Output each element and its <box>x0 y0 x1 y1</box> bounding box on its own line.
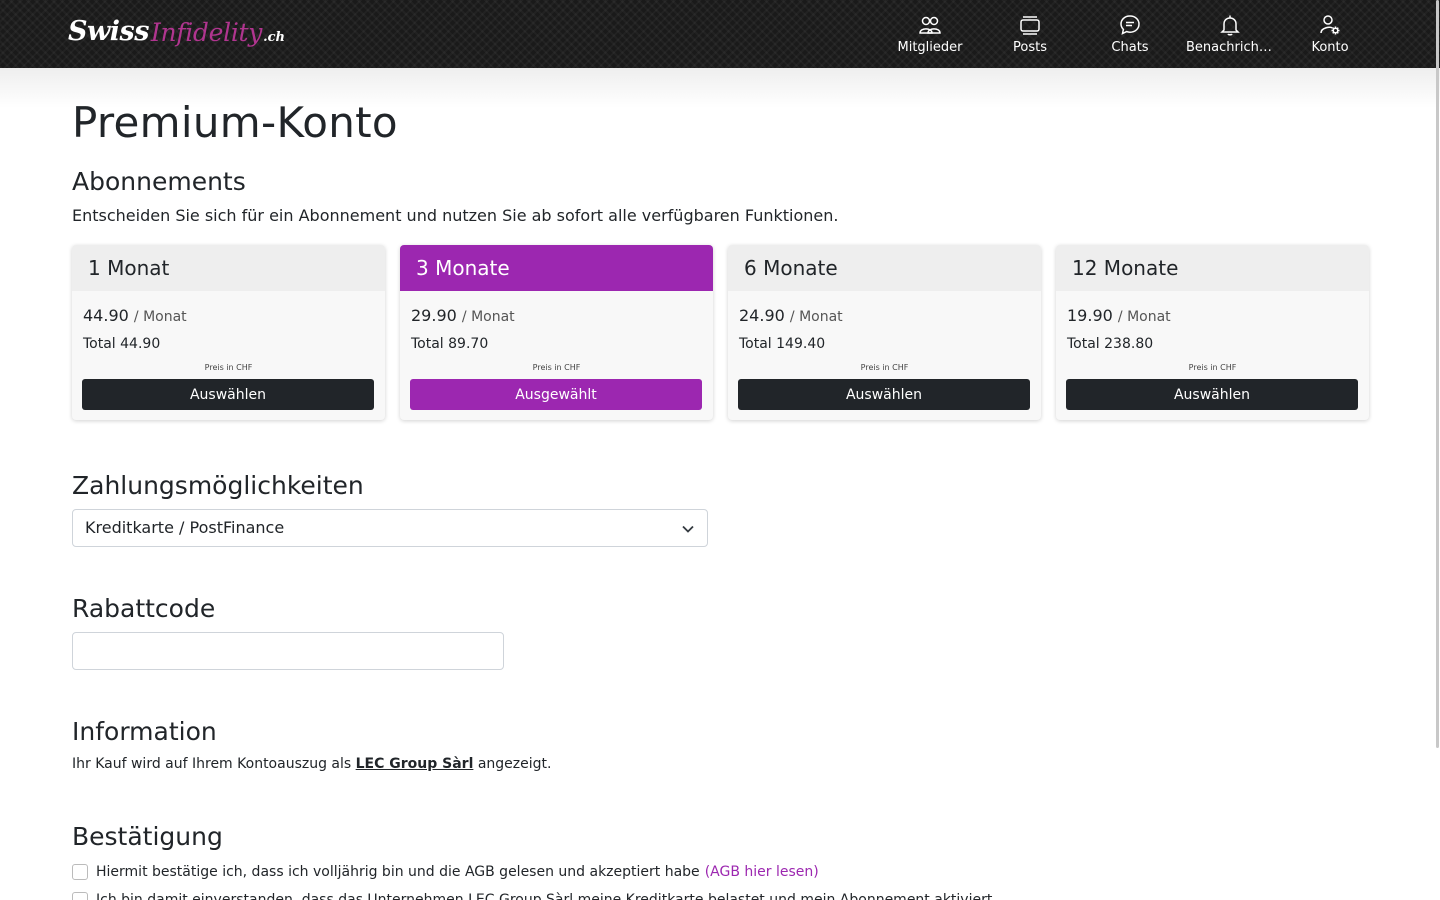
bell-icon <box>1220 15 1240 36</box>
nav-label-members: Mitglieder <box>897 40 963 55</box>
plan-price-value: 19.90 <box>1067 306 1113 325</box>
plan-total: Total 238.80 <box>1067 336 1154 352</box>
information-text: Ihr Kauf wird auf Ihrem Kontoauszug als … <box>72 756 551 772</box>
subscriptions-heading: Abonnements <box>72 167 246 196</box>
subscriptions-lead: Entscheiden Sie sich für ein Abonnement … <box>72 206 839 225</box>
plan-card-3-months[interactable]: 3 Monate 29.90 / Monat Total 89.70 Preis… <box>400 245 713 420</box>
plan-price: 29.90 / Monat <box>411 306 515 325</box>
plan-price: 24.90 / Monat <box>739 306 843 325</box>
plan-price-value: 24.90 <box>739 306 785 325</box>
page-title: Premium-Konto <box>72 98 398 147</box>
posts-icon <box>1020 16 1040 35</box>
nav-label-account: Konto <box>1311 40 1349 55</box>
nav-label-posts: Posts <box>1013 40 1047 55</box>
chevron-down-icon <box>682 525 694 533</box>
plan-cards: 1 Monat 44.90 / Monat Total 44.90 Preis … <box>72 245 1369 420</box>
discount-code-input[interactable] <box>72 632 504 670</box>
select-plan-button[interactable]: Auswählen <box>1066 379 1358 410</box>
confirmation-heading: Bestätigung <box>72 822 223 851</box>
page-scrollbar[interactable] <box>1434 0 1440 750</box>
nav-item-account[interactable]: Konto <box>1280 0 1380 68</box>
payment-method-value: Kreditkarte / PostFinance <box>85 518 285 537</box>
select-plan-button[interactable]: Auswählen <box>82 379 374 410</box>
nav-item-posts[interactable]: Posts <box>980 0 1080 68</box>
plan-price: 44.90 / Monat <box>83 306 187 325</box>
terms-checkbox[interactable] <box>72 864 88 880</box>
plan-name: 1 Monat <box>72 245 385 291</box>
plan-price-unit: / Monat <box>461 309 515 325</box>
plan-currency-note: Preis in CHF <box>1188 363 1237 372</box>
plan-currency-note: Preis in CHF <box>532 363 581 372</box>
scrollbar-thumb[interactable] <box>1436 0 1439 748</box>
plan-card-1-month[interactable]: 1 Monat 44.90 / Monat Total 44.90 Preis … <box>72 245 385 420</box>
charge-consent-label: Ich bin damit einverstanden, dass das Un… <box>96 892 997 900</box>
plan-total: Total 149.40 <box>739 336 826 352</box>
charge-consent: Ich bin damit einverstanden, dass das Un… <box>72 890 997 900</box>
chat-icon <box>1120 15 1140 35</box>
site-logo[interactable]: Swiss Infidelity .ch <box>68 14 285 60</box>
plan-card-12-months[interactable]: 12 Monate 19.90 / Monat Total 238.80 Pre… <box>1056 245 1369 420</box>
plan-currency-note: Preis in CHF <box>860 363 909 372</box>
members-icon <box>919 16 941 34</box>
company-link[interactable]: LEC Group Sàrl <box>356 756 474 772</box>
logo-text-infidelity: Infidelity <box>150 18 263 47</box>
information-text-before: Ihr Kauf wird auf Ihrem Kontoauszug als <box>72 756 352 772</box>
logo-text-swiss: Swiss <box>68 16 149 47</box>
charge-consent-checkbox[interactable] <box>72 892 88 900</box>
plan-name: 3 Monate <box>400 245 713 291</box>
plan-price-unit: / Monat <box>1117 309 1171 325</box>
terms-confirmation: Hiermit bestätige ich, dass ich volljähr… <box>72 862 819 882</box>
discount-heading: Rabattcode <box>72 594 216 623</box>
top-navbar: Swiss Infidelity .ch Mitglieder Posts Ch… <box>0 0 1440 68</box>
payment-method-select[interactable]: Kreditkarte / PostFinance <box>72 509 708 547</box>
logo-text-domain: .ch <box>263 30 285 45</box>
plan-price-unit: / Monat <box>133 309 187 325</box>
nav-label-notifications: Benachrichtigungen <box>1186 40 1274 55</box>
main-nav: Mitglieder Posts Chats Benachrichtigunge… <box>880 0 1380 68</box>
nav-item-notifications[interactable]: Benachrichtigungen <box>1180 0 1280 68</box>
plan-total: Total 89.70 <box>411 336 489 352</box>
nav-item-chats[interactable]: Chats <box>1080 0 1180 68</box>
information-text-after: angezeigt. <box>477 756 552 772</box>
plan-currency-note: Preis in CHF <box>204 363 253 372</box>
plan-price-value: 44.90 <box>83 306 129 325</box>
plan-name: 6 Monate <box>728 245 1041 291</box>
nav-item-members[interactable]: Mitglieder <box>880 0 980 68</box>
plan-total: Total 44.90 <box>83 336 161 352</box>
terms-label: Hiermit bestätige ich, dass ich volljähr… <box>96 864 700 880</box>
account-settings-icon <box>1320 15 1340 35</box>
plan-card-6-months[interactable]: 6 Monate 24.90 / Monat Total 149.40 Prei… <box>728 245 1041 420</box>
nav-label-chats: Chats <box>1111 40 1149 55</box>
plan-name: 12 Monate <box>1056 245 1369 291</box>
information-heading: Information <box>72 717 217 746</box>
terms-link[interactable]: (AGB hier lesen) <box>705 864 819 880</box>
plan-price-value: 29.90 <box>411 306 457 325</box>
plan-price: 19.90 / Monat <box>1067 306 1171 325</box>
payment-heading: Zahlungsmöglichkeiten <box>72 471 364 500</box>
selected-plan-button[interactable]: Ausgewählt <box>410 379 702 410</box>
plan-price-unit: / Monat <box>789 309 843 325</box>
select-plan-button[interactable]: Auswählen <box>738 379 1030 410</box>
